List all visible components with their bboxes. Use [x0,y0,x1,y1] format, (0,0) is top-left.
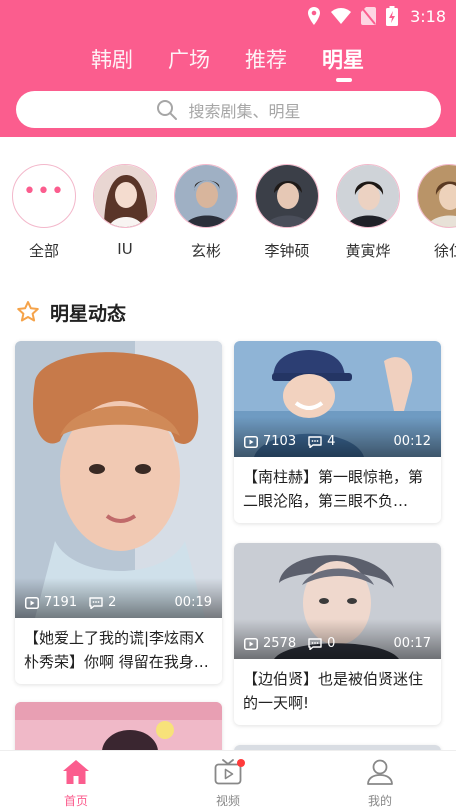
comment-icon [308,435,322,448]
search-placeholder: 搜索剧集、明星 [188,101,301,121]
more-dots-icon: ••• [12,164,76,228]
star-avatar [255,164,319,228]
video-title: 【边伯贤】也是被伯贤迷住的一天啊! [243,670,424,712]
nav-label: 我的 [367,794,392,808]
star-avatar [336,164,400,228]
video-meta: 7103 4 00:12 [234,417,441,457]
star-avatar [174,164,238,228]
nav-label: 视频 [215,794,240,808]
comment-count: 0 [327,636,336,651]
bottom-navigation: 首页 视频 我的 [0,750,456,810]
video-thumbnail: 2578 0 00:17 [234,543,441,659]
view-count: 2578 [263,636,297,651]
status-time: 3:18 [410,6,446,26]
nav-label: 首页 [63,794,88,808]
video-card[interactable]: 7103 4 00:12 【南柱赫】第一眼惊艳，第二眼沦陷，第三眼不负… [234,341,441,523]
header: 3:18 韩剧 广场 推荐 明星 搜索剧集、明星 [0,0,456,137]
tab-stars[interactable]: 明星 [322,44,364,74]
video-meta: 7191 2 00:19 [15,578,222,618]
wifi-icon [331,8,352,24]
star-item-iu[interactable]: IU [90,164,160,258]
app-screen: 3:18 韩剧 广场 推荐 明星 搜索剧集、明星 ••• 全部 IU 玄彬 李钟… [0,0,456,810]
comment-icon [89,596,103,609]
notification-badge [237,759,245,767]
active-tab-indicator [336,78,352,82]
section-title: 明星动态 [50,302,127,325]
star-outline-icon [17,301,39,322]
nav-home[interactable]: 首页 [36,759,116,809]
view-count: 7103 [263,434,297,449]
play-count-icon [244,435,258,448]
comment-count: 4 [327,434,336,449]
play-count-icon [244,637,258,650]
video-title: 【她爱上了我的谎|李炫雨X朴秀荣】你啊 得留在我身… [24,629,209,671]
video-thumbnail: 7191 2 00:19 [15,341,222,618]
star-item-hwang-in-youp[interactable]: 黄寅烨 [333,164,403,261]
tab-recommend[interactable]: 推荐 [245,44,287,74]
star-name: 全部 [28,242,59,260]
video-thumbnail: 7103 4 00:12 [234,341,441,457]
tab-plaza[interactable]: 广场 [168,44,210,74]
tab-korean-drama[interactable]: 韩剧 [91,44,133,74]
star-name: 李钟硕 [264,242,310,260]
star-name: IU [117,240,133,258]
video-card[interactable]: 2578 0 00:17 【边伯贤】也是被伯贤迷住的一天啊! [234,543,441,725]
section-header: 明星动态 [16,298,126,326]
star-avatar [417,164,456,228]
video-duration: 00:19 [174,595,212,610]
star-name: 徐仁 [433,242,456,260]
star-list: ••• 全部 IU 玄彬 李钟硕 黄寅烨 徐 [0,164,456,264]
star-name: 黄寅烨 [345,242,391,260]
comment-icon [308,637,322,650]
status-icons: 3:18 [307,5,446,27]
battery-charging-icon [386,6,399,26]
star-item-all[interactable]: ••• 全部 [9,164,79,261]
user-icon [367,759,393,785]
star-item-hyunbin[interactable]: 玄彬 [171,164,241,261]
video-duration: 00:17 [393,636,431,651]
star-item-seo-in[interactable]: 徐仁 [414,164,456,261]
video-duration: 00:12 [393,434,431,449]
home-icon [63,760,89,784]
video-meta: 2578 0 00:17 [234,619,441,659]
comment-count: 2 [108,595,117,610]
star-avatar [93,164,157,228]
top-tabs: 韩剧 广场 推荐 明星 [0,40,456,80]
nav-video[interactable]: 视频 [188,759,268,809]
status-bar: 3:18 [0,0,456,32]
video-title: 【南柱赫】第一眼惊艳，第二眼沦陷，第三眼不负… [243,468,424,510]
play-count-icon [25,596,39,609]
search-icon [157,99,178,120]
star-name: 玄彬 [190,242,221,260]
view-count: 7191 [44,595,78,610]
location-icon [308,7,321,25]
video-card[interactable]: 7191 2 00:19 【她爱上了我的谎|李炫雨X朴秀荣】你啊 得留在我身… [15,341,222,684]
nav-profile[interactable]: 我的 [340,759,420,809]
search-bar[interactable]: 搜索剧集、明星 [16,91,441,128]
no-sim-icon [361,7,377,25]
star-item-lee-jong-suk[interactable]: 李钟硕 [252,164,322,261]
